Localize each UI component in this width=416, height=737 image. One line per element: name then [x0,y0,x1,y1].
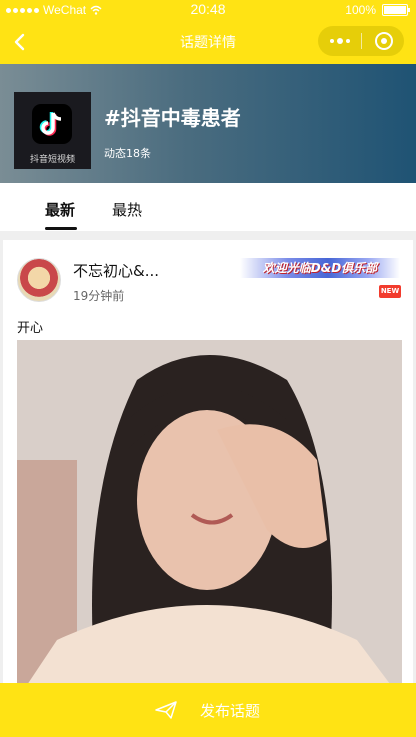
battery-info: 100% [345,3,410,17]
cover-text: 抖音短视频 [29,155,75,165]
close-program-icon[interactable] [375,32,393,50]
topic-title: #抖音中毒患者 [104,106,241,130]
topic-post-count: 动态18条 [104,147,151,160]
post-photo[interactable] [17,340,402,700]
active-tab-indicator [45,227,77,230]
status-bar: WeChat 20:48 100% [0,0,416,20]
publish-topic-button[interactable]: 发布话题 [200,700,260,721]
battery-percent: 100% [345,3,376,17]
post-content: 开心 [17,321,44,336]
more-options-icon[interactable] [318,26,361,56]
tab-newest[interactable]: 最新 [45,199,75,220]
post-timestamp: 19分钟前 [73,289,125,303]
tab-bar: 最新 最热 [0,183,416,231]
tiktok-logo-icon [32,104,72,144]
navigation-bar: 话题详情 [0,20,416,64]
post-card[interactable]: 不忘初心&... 19分钟前 欢迎光临D&D俱乐部 NEW 开心 [3,240,413,700]
paper-plane-icon [155,701,177,719]
topic-cover-image: 抖音短视频 [14,92,91,169]
battery-icon [382,4,410,16]
capsule-divider [361,33,362,49]
mini-program-capsule [318,26,404,56]
user-avatar[interactable] [17,258,61,302]
new-badge: NEW [379,285,401,298]
post-username[interactable]: 不忘初心&... [73,260,159,281]
topic-banner: 抖音短视频 #抖音中毒患者 动态18条 [0,64,416,183]
bottom-action-bar[interactable]: 发布话题 [0,683,416,737]
club-badge: 欢迎光临D&D俱乐部 [240,258,400,278]
tab-hottest[interactable]: 最热 [112,199,142,220]
